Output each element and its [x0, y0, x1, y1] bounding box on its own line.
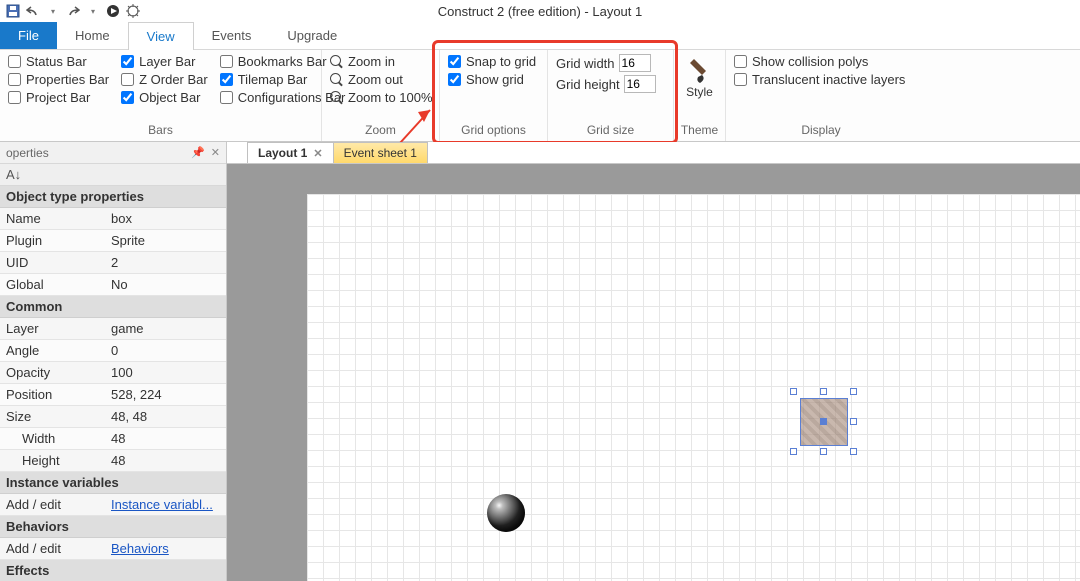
- ribbon-group-label-gridsize: Grid size: [548, 121, 673, 141]
- main-menu-bar: File Home View Events Upgrade: [0, 22, 1080, 50]
- prop-value[interactable]: 48: [105, 450, 226, 471]
- quick-access-toolbar: ▾ ▾: [0, 0, 1080, 22]
- check-translucent-layers[interactable]: Translucent inactive layers: [734, 72, 905, 87]
- prop-value[interactable]: 48: [105, 428, 226, 449]
- dropdown-icon[interactable]: ▾: [84, 2, 102, 20]
- prop-category: Common: [0, 296, 226, 318]
- style-button[interactable]: Style: [686, 54, 714, 102]
- prop-category: Effects: [0, 560, 226, 581]
- grid-height-input[interactable]: [624, 75, 656, 93]
- menu-upgrade[interactable]: Upgrade: [269, 22, 355, 49]
- properties-list: Object type properties NameboxPluginSpri…: [0, 186, 226, 581]
- zoom-out-icon: [330, 73, 344, 87]
- layout-canvas[interactable]: [227, 164, 1080, 581]
- sprite-ball[interactable]: [487, 494, 525, 532]
- zoom-100-button[interactable]: Zoom to 100%: [330, 90, 433, 105]
- ribbon-group-label-zoom: Zoom: [322, 121, 439, 141]
- ribbon-group-label-theme: Theme: [674, 121, 725, 141]
- prop-category: Instance variables: [0, 472, 226, 494]
- selection-handles[interactable]: [790, 388, 858, 456]
- prop-key: Add / edit: [0, 538, 105, 559]
- prop-value[interactable]: 48, 48: [105, 406, 226, 427]
- check-snap-to-grid[interactable]: Snap to grid: [448, 54, 536, 69]
- prop-key: Layer: [0, 318, 105, 339]
- prop-key: Angle: [0, 340, 105, 361]
- prop-value[interactable]: box: [105, 208, 226, 229]
- prop-key: Name: [0, 208, 105, 229]
- save-icon[interactable]: [4, 2, 22, 20]
- dropdown-icon[interactable]: ▾: [44, 2, 62, 20]
- zoom-out-button[interactable]: Zoom out: [330, 72, 433, 87]
- ribbon: Status Bar Properties Bar Project Bar La…: [0, 50, 1080, 142]
- menu-view[interactable]: View: [128, 22, 194, 50]
- undo-icon[interactable]: [24, 2, 42, 20]
- check-project-bar[interactable]: Project Bar: [8, 90, 109, 105]
- properties-panel: operties 📌 ✕ A↓ Object type properties N…: [0, 142, 227, 581]
- ribbon-group-label-gridopts: Grid options: [440, 121, 547, 141]
- document-tabs: Layout 1✕ Event sheet 1: [227, 142, 1080, 164]
- prop-value[interactable]: Sprite: [105, 230, 226, 251]
- grid-width-label: Grid width: [556, 56, 615, 71]
- behaviors-link[interactable]: Behaviors: [105, 538, 226, 559]
- prop-value[interactable]: 528, 224: [105, 384, 226, 405]
- prop-key: Global: [0, 274, 105, 295]
- zoom-100-icon: [330, 91, 344, 105]
- grid-height-label: Grid height: [556, 77, 620, 92]
- check-show-collision-polys[interactable]: Show collision polys: [734, 54, 905, 69]
- tab-event-sheet[interactable]: Event sheet 1: [333, 142, 428, 163]
- check-object-bar[interactable]: Object Bar: [121, 90, 208, 105]
- prop-key: Size: [0, 406, 105, 427]
- ribbon-group-label-bars: Bars: [0, 121, 321, 141]
- zoom-in-icon: [330, 55, 344, 69]
- menu-events[interactable]: Events: [194, 22, 270, 49]
- check-zorder-bar[interactable]: Z Order Bar: [121, 72, 208, 87]
- prop-value[interactable]: 100: [105, 362, 226, 383]
- prop-key: Opacity: [0, 362, 105, 383]
- prop-key: UID: [0, 252, 105, 273]
- prop-category: Object type properties: [0, 186, 226, 208]
- prop-value[interactable]: 2: [105, 252, 226, 273]
- run-icon[interactable]: [104, 2, 122, 20]
- menu-file[interactable]: File: [0, 22, 57, 49]
- menu-home[interactable]: Home: [57, 22, 128, 49]
- prop-value[interactable]: game: [105, 318, 226, 339]
- close-icon[interactable]: ✕: [211, 146, 220, 159]
- properties-panel-title: operties: [6, 146, 49, 160]
- check-status-bar[interactable]: Status Bar: [8, 54, 109, 69]
- prop-value[interactable]: No: [105, 274, 226, 295]
- sort-az-icon[interactable]: A↓: [6, 167, 21, 182]
- layout-sheet[interactable]: [307, 194, 1080, 581]
- check-properties-bar[interactable]: Properties Bar: [8, 72, 109, 87]
- instance-variables-link[interactable]: Instance variabl...: [105, 494, 226, 515]
- tab-layout[interactable]: Layout 1✕: [247, 142, 334, 163]
- ribbon-group-label-display: Display: [726, 121, 916, 141]
- prop-key: Position: [0, 384, 105, 405]
- grid-width-input[interactable]: [619, 54, 651, 72]
- prop-key: Add / edit: [0, 494, 105, 515]
- brush-icon: [688, 57, 712, 85]
- prop-key: Plugin: [0, 230, 105, 251]
- prop-value[interactable]: 0: [105, 340, 226, 361]
- prop-key: Width: [0, 428, 105, 449]
- pin-icon[interactable]: 📌: [191, 146, 205, 159]
- prop-key: Height: [0, 450, 105, 471]
- check-show-grid[interactable]: Show grid: [448, 72, 536, 87]
- prop-category: Behaviors: [0, 516, 226, 538]
- debug-icon[interactable]: [124, 2, 142, 20]
- close-icon[interactable]: ✕: [313, 147, 322, 160]
- zoom-in-button[interactable]: Zoom in: [330, 54, 433, 69]
- check-layer-bar[interactable]: Layer Bar: [121, 54, 208, 69]
- redo-icon[interactable]: [64, 2, 82, 20]
